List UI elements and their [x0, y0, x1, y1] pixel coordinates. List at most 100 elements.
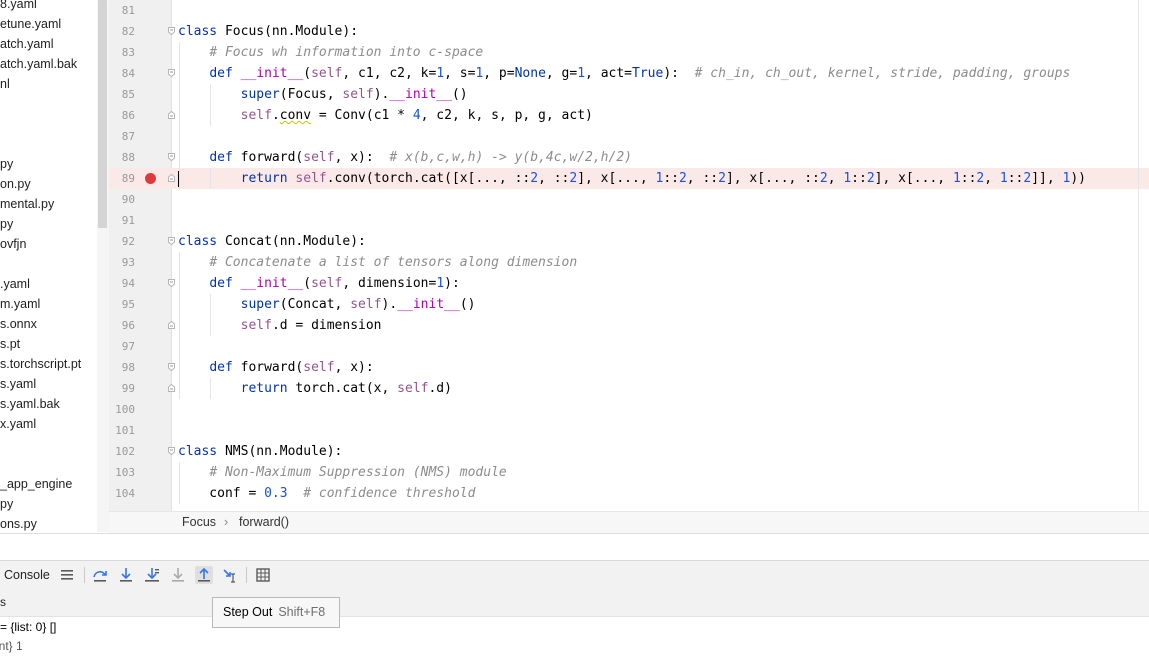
fold-start-icon[interactable]: [168, 27, 175, 35]
code-text[interactable]: conf = 0.3 # confidence threshold: [178, 483, 475, 504]
fold-end-icon[interactable]: [168, 384, 175, 392]
variable-row[interactable]: = {list: 0} []: [0, 617, 56, 637]
fold-end-icon[interactable]: [168, 111, 175, 119]
code-line[interactable]: 101: [109, 420, 1149, 441]
code-line[interactable]: 93 # Concatenate a list of tensors along…: [109, 252, 1149, 273]
code-line[interactable]: 81: [109, 0, 1149, 21]
code-line[interactable]: 85 super(Focus, self).__init__(): [109, 84, 1149, 105]
code-text[interactable]: def forward(self, x): # x(b,c,w,h) -> y(…: [178, 147, 632, 168]
tree-item[interactable]: mental.py: [0, 194, 54, 214]
code-text[interactable]: self.d = dimension: [178, 315, 382, 336]
line-number[interactable]: 93: [109, 252, 135, 273]
line-number[interactable]: 83: [109, 42, 135, 63]
fold-start-icon[interactable]: [168, 447, 175, 455]
line-number[interactable]: 94: [109, 273, 135, 294]
code-text[interactable]: return self.conv(torch.cat([x[..., ::2, …: [178, 168, 1086, 189]
line-number[interactable]: 103: [109, 462, 135, 483]
fold-start-icon[interactable]: [168, 279, 175, 287]
tree-item[interactable]: atch.yaml.bak: [0, 54, 77, 74]
line-number[interactable]: 97: [109, 336, 135, 357]
code-line[interactable]: 97: [109, 336, 1149, 357]
line-number[interactable]: 86: [109, 105, 135, 126]
line-number[interactable]: 84: [109, 63, 135, 84]
code-text[interactable]: def __init__(self, c1, c2, k=1, s=1, p=N…: [178, 63, 1070, 84]
tree-item[interactable]: s.yaml: [0, 374, 36, 394]
tree-item[interactable]: s.onnx: [0, 314, 37, 334]
code-text[interactable]: super(Focus, self).__init__(): [178, 84, 468, 105]
code-line[interactable]: 102 class NMS(nn.Module):: [109, 441, 1149, 462]
console-tab[interactable]: Console: [4, 561, 50, 589]
tree-item[interactable]: m.yaml: [0, 294, 40, 314]
code-line[interactable]: 86 self.conv = Conv(c1 * 4, c2, k, s, p,…: [109, 105, 1149, 126]
breakpoint-icon[interactable]: [145, 173, 156, 184]
fold-end-icon[interactable]: [168, 321, 175, 329]
code-text[interactable]: class Concat(nn.Module):: [178, 231, 366, 252]
code-text[interactable]: # Non-Maximum Suppression (NMS) module: [178, 462, 506, 483]
project-tree[interactable]: 8.yaml etune.yaml atch.yaml atch.yaml.bak nl…: [0, 0, 97, 532]
code-text[interactable]: super(Concat, self).__init__(): [178, 294, 476, 315]
code-editor[interactable]: 81 82 class Focus(nn.Module): 83 # Focus wh…: [109, 0, 1149, 511]
code-line[interactable]: 87: [109, 126, 1149, 147]
code-line[interactable]: 84 def __init__(self, c1, c2, k=1, s=1, …: [109, 63, 1149, 84]
step-over-icon[interactable]: [91, 566, 109, 584]
line-number[interactable]: 95: [109, 294, 135, 315]
tree-item[interactable]: py: [0, 494, 13, 514]
code-line[interactable]: 82 class Focus(nn.Module):: [109, 21, 1149, 42]
line-number[interactable]: 98: [109, 357, 135, 378]
code-text[interactable]: def forward(self, x):: [178, 357, 373, 378]
line-number[interactable]: 92: [109, 231, 135, 252]
line-number[interactable]: 99: [109, 378, 135, 399]
step-out-icon[interactable]: [195, 566, 213, 584]
line-number[interactable]: 101: [109, 420, 135, 441]
fold-start-icon[interactable]: [168, 363, 175, 371]
code-text[interactable]: # Focus wh information into c-space: [178, 42, 483, 63]
line-number[interactable]: 88: [109, 147, 135, 168]
tree-item[interactable]: .yaml: [0, 274, 30, 294]
code-text[interactable]: def __init__(self, dimension=1):: [178, 273, 459, 294]
code-text[interactable]: # Concatenate a list of tensors along di…: [178, 252, 577, 273]
threads-list-icon[interactable]: [58, 566, 76, 584]
breadcrumb-class[interactable]: Focus: [182, 512, 216, 533]
code-line[interactable]: 99 return torch.cat(x, self.d): [109, 378, 1149, 399]
line-number[interactable]: 100: [109, 399, 135, 420]
tree-item[interactable]: on.py: [0, 174, 31, 194]
line-number[interactable]: 89: [109, 168, 135, 189]
line-number[interactable]: 85: [109, 84, 135, 105]
tree-item[interactable]: nl: [0, 74, 10, 94]
fold-end-icon[interactable]: [168, 174, 175, 182]
code-text[interactable]: return torch.cat(x, self.d): [178, 378, 452, 399]
code-line[interactable]: 91: [109, 210, 1149, 231]
line-number[interactable]: 82: [109, 21, 135, 42]
run-to-cursor-icon[interactable]: [221, 566, 239, 584]
line-number[interactable]: 96: [109, 315, 135, 336]
tree-item[interactable]: _app_engine: [0, 474, 72, 494]
code-line[interactable]: 88 def forward(self, x): # x(b,c,w,h) ->…: [109, 147, 1149, 168]
code-line[interactable]: 100: [109, 399, 1149, 420]
code-line[interactable]: 92 class Concat(nn.Module):: [109, 231, 1149, 252]
evaluate-expression-icon[interactable]: [254, 566, 272, 584]
tree-scrollbar-thumb[interactable]: [98, 0, 107, 228]
code-line[interactable]: 94 def __init__(self, dimension=1):: [109, 273, 1149, 294]
breadcrumb-method[interactable]: forward(): [239, 512, 289, 533]
variables-panel[interactable]: s = {list: 0} [] {int} 1: [0, 589, 1149, 653]
code-line[interactable]: 104 conf = 0.3 # confidence threshold: [109, 483, 1149, 504]
code-line[interactable]: 89 return self.conv(torch.cat([x[..., ::…: [109, 168, 1149, 189]
tree-item[interactable]: s.pt: [0, 334, 20, 354]
line-number[interactable]: 91: [109, 210, 135, 231]
force-step-into-icon[interactable]: [169, 566, 187, 584]
fold-start-icon[interactable]: [168, 69, 175, 77]
code-line[interactable]: 83 # Focus wh information into c-space: [109, 42, 1149, 63]
fold-start-icon[interactable]: [168, 153, 175, 161]
tree-item[interactable]: x.yaml: [0, 414, 36, 434]
code-text[interactable]: class Focus(nn.Module):: [178, 21, 358, 42]
tree-item[interactable]: s.torchscript.pt: [0, 354, 81, 374]
fold-start-icon[interactable]: [168, 237, 175, 245]
code-line[interactable]: 98 def forward(self, x):: [109, 357, 1149, 378]
tree-item[interactable]: py: [0, 214, 13, 234]
tree-item[interactable]: s.yaml.bak: [0, 394, 60, 414]
code-text[interactable]: self.conv = Conv(c1 * 4, c2, k, s, p, g,…: [178, 105, 593, 126]
tree-item[interactable]: atch.yaml: [0, 34, 54, 54]
tree-item[interactable]: ovfjn: [0, 234, 26, 254]
code-line[interactable]: 95 super(Concat, self).__init__(): [109, 294, 1149, 315]
line-number[interactable]: 87: [109, 126, 135, 147]
